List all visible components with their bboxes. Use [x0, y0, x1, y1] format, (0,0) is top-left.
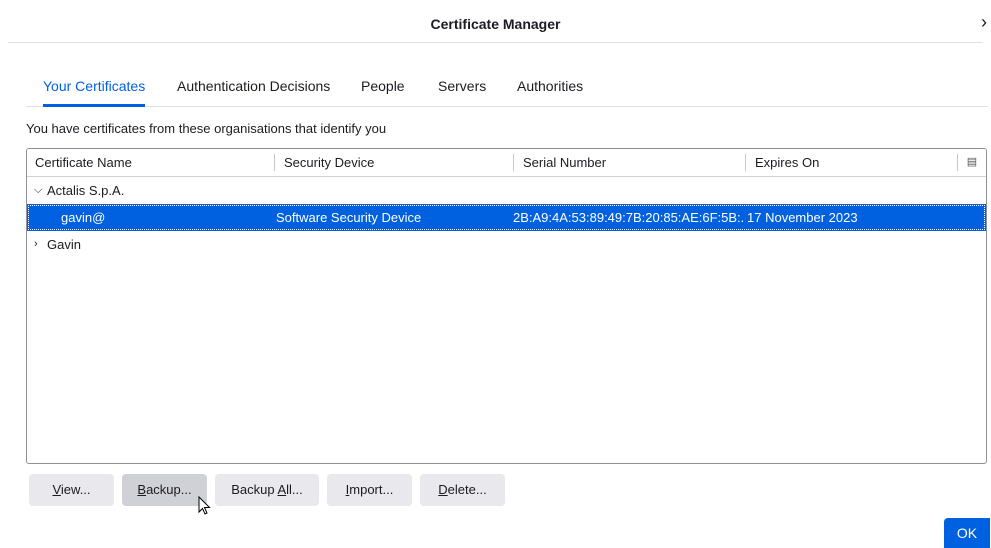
- column-certificate-name[interactable]: Certificate Name: [27, 149, 274, 176]
- group-name: Gavin: [47, 237, 81, 252]
- tab-authorities[interactable]: Authorities: [517, 68, 583, 104]
- certificate-row[interactable]: gavin@ Software Security Device 2B:A9:4A…: [27, 204, 986, 231]
- import-button[interactable]: Import...: [327, 474, 412, 506]
- title-divider: [8, 42, 983, 43]
- cell-serial-number: 2B:A9:4A:53:89:49:7B:20:85:AE:6F:5B:...: [513, 210, 743, 225]
- backup-button[interactable]: Backup...: [122, 474, 207, 506]
- tree-group-row[interactable]: › Gavin: [27, 231, 986, 258]
- column-divider[interactable]: [274, 154, 275, 171]
- chevron-right-icon[interactable]: ›: [34, 231, 38, 258]
- column-serial-number[interactable]: Serial Number: [515, 149, 745, 176]
- tab-your-certificates[interactable]: Your Certificates: [43, 68, 146, 107]
- dialog-title: Certificate Manager: [430, 16, 561, 32]
- cell-expires-on: 17 November 2023: [747, 210, 858, 225]
- column-picker-icon[interactable]: ▤: [958, 149, 986, 176]
- group-name: Actalis S.p.A.: [47, 183, 125, 198]
- certificate-tree[interactable]: Certificate Name Security Device Serial …: [26, 148, 987, 464]
- column-expires-on[interactable]: Expires On: [747, 149, 957, 176]
- column-divider[interactable]: [513, 154, 514, 171]
- delete-button[interactable]: Delete...: [420, 474, 505, 506]
- cell-security-device: Software Security Device: [276, 210, 422, 225]
- tab-people[interactable]: People: [361, 68, 405, 104]
- mouse-cursor-icon: [198, 496, 211, 515]
- tab-bar: Your Certificates Authentication Decisio…: [26, 68, 988, 107]
- column-security-device[interactable]: Security Device: [276, 149, 512, 176]
- cell-certificate-name: gavin@: [61, 210, 106, 225]
- tree-group-row[interactable]: ⌵ Actalis S.p.A.: [27, 177, 986, 204]
- titlebar: Certificate Manager ›: [0, 0, 991, 48]
- backup-all-button[interactable]: Backup All...: [215, 474, 319, 506]
- tab-servers[interactable]: Servers: [438, 68, 486, 104]
- tab-authentication-decisions[interactable]: Authentication Decisions: [177, 68, 330, 104]
- chevron-down-icon[interactable]: ⌵: [34, 177, 42, 204]
- close-icon[interactable]: ›: [981, 12, 987, 33]
- view-button[interactable]: View...: [29, 474, 114, 506]
- column-header-row: Certificate Name Security Device Serial …: [27, 149, 986, 177]
- ok-button[interactable]: OK: [944, 518, 990, 548]
- tab-description: You have certificates from these organis…: [26, 121, 387, 136]
- column-divider[interactable]: [745, 154, 746, 171]
